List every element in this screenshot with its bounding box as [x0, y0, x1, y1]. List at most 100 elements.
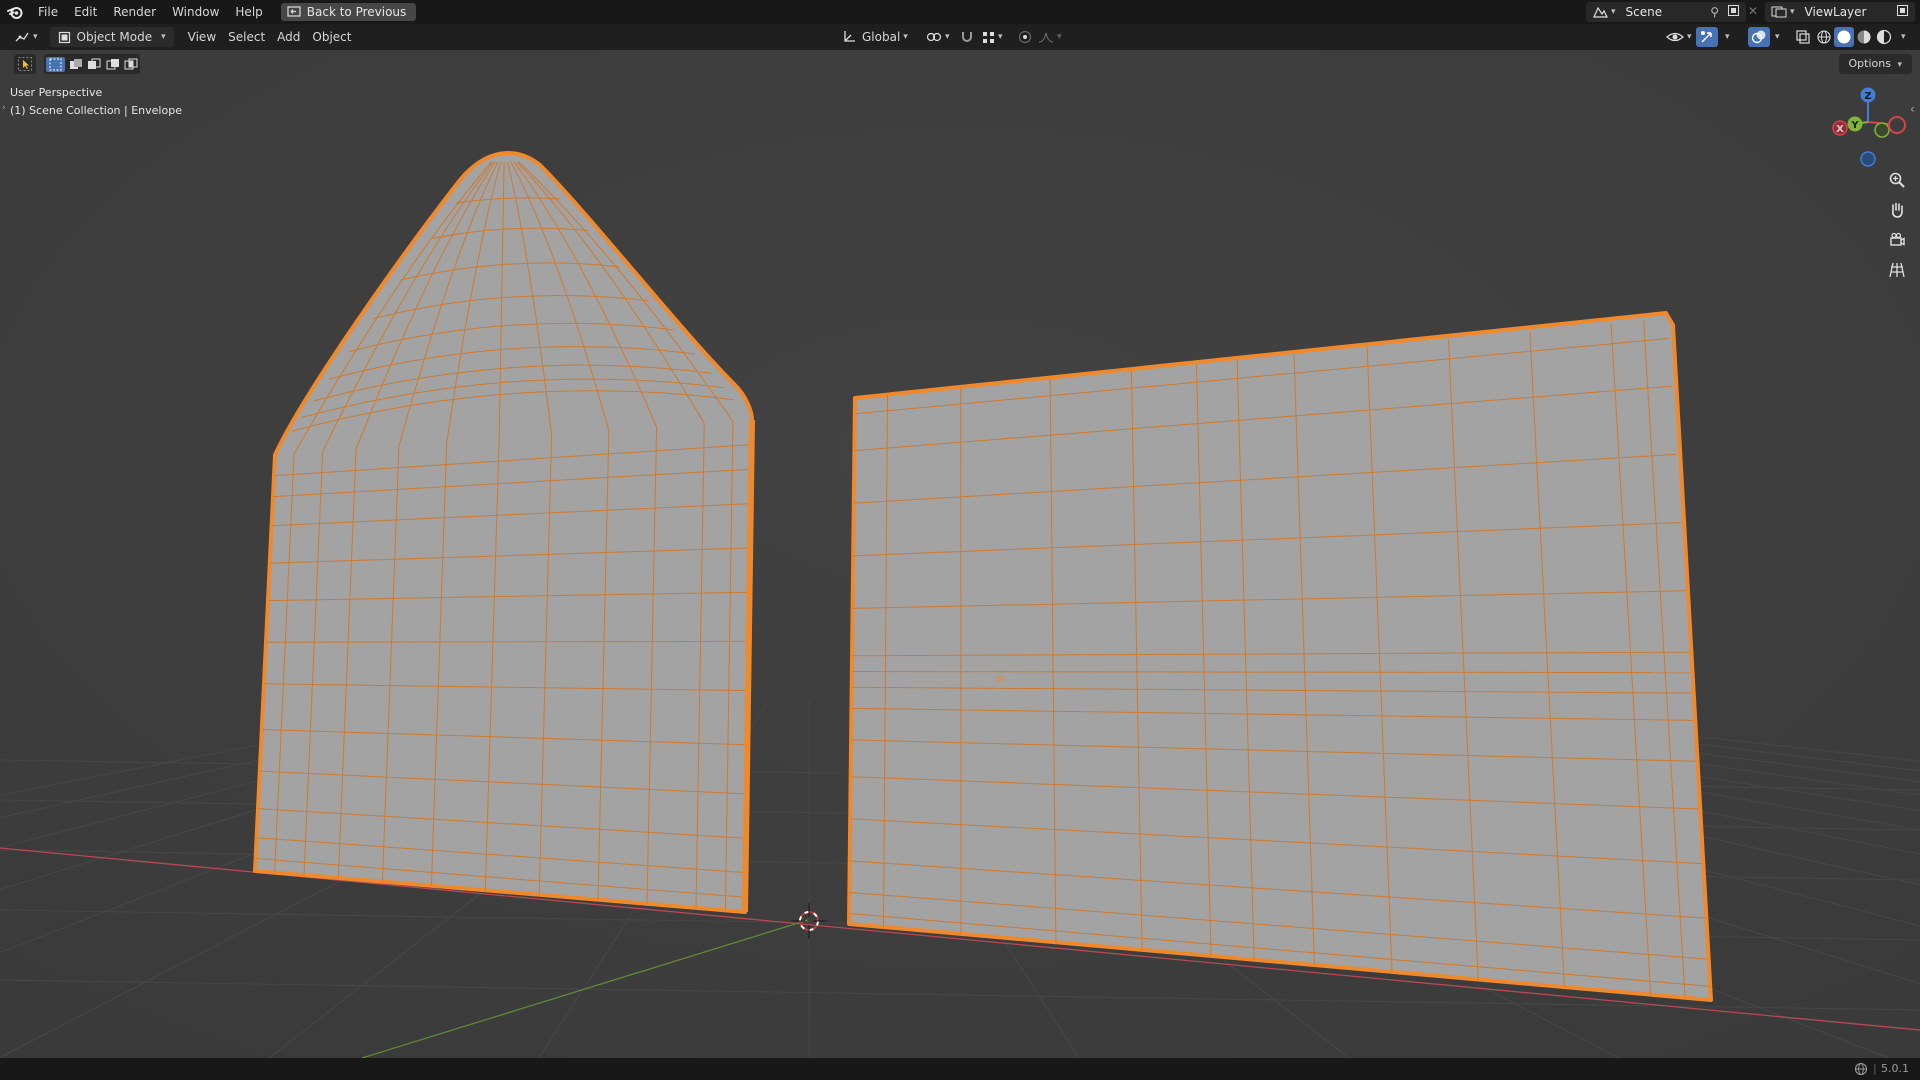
sidebar-toggle-arrow[interactable]: ‹ [1910, 102, 1915, 116]
menu-window[interactable]: Window [164, 0, 227, 24]
gizmo-neg-z-dot[interactable] [1860, 151, 1876, 167]
scene-selector[interactable]: ▾ Scene ⚲ [1586, 2, 1746, 22]
object-mode-label: Object Mode [76, 30, 153, 44]
menu-help[interactable]: Help [227, 0, 270, 24]
rendered-sphere-icon [1876, 29, 1892, 45]
menu-select[interactable]: Select [222, 27, 271, 47]
view-layer-icon: ▾ [1771, 5, 1795, 19]
object-mode-dropdown[interactable]: Object Mode ▾ [49, 27, 174, 47]
shading-solid-button[interactable] [1834, 27, 1854, 47]
select-subtract-mode-button[interactable] [87, 58, 101, 71]
wireframe-sphere-icon [1817, 30, 1831, 44]
transform-orientation-dropdown[interactable]: Global ▾ [836, 27, 914, 47]
select-cursor-icon [18, 57, 32, 71]
shading-wireframe-button[interactable] [1814, 27, 1834, 47]
new-scene-icon[interactable] [1727, 4, 1740, 20]
select-intersect-mode-button[interactable] [124, 58, 138, 71]
transform-orientation-label: Global [862, 30, 901, 44]
network-globe-icon [1854, 1062, 1868, 1076]
pivot-link-icon [926, 32, 942, 42]
overlays-dropdown[interactable]: ▾ [1775, 32, 1780, 42]
collapse-region-arrow[interactable]: › [2, 103, 6, 113]
scene-name: Scene [1625, 5, 1663, 19]
toggle-projection-button[interactable] [1883, 256, 1911, 284]
xray-icon [1796, 30, 1810, 44]
back-screen-icon [287, 6, 301, 17]
select-intersect-icon [124, 58, 138, 69]
overlays-circles-icon [1751, 30, 1766, 44]
gizmo-x-dot[interactable] [1888, 116, 1906, 134]
orientation-axes-icon [844, 31, 855, 42]
gizmo-arrows-icon [1701, 31, 1712, 43]
new-view-layer-icon[interactable] [1896, 4, 1909, 20]
active-tool-button[interactable] [14, 54, 36, 74]
camera-view-button[interactable] [1883, 226, 1911, 254]
select-extend-icon [70, 58, 83, 69]
snap-magnet-icon [962, 32, 972, 42]
top-menubar: File Edit Render Window Help Back to Pre… [0, 0, 1920, 24]
select-invert-mode-button[interactable] [106, 58, 120, 71]
editor-type-button[interactable]: ▾ [8, 27, 44, 47]
selection-mode-group [44, 54, 140, 74]
gizmo-neg-y-dot[interactable] [1874, 122, 1890, 138]
view-layer-selector[interactable]: ▾ ViewLayer [1765, 2, 1915, 22]
pivot-point-dropdown[interactable]: ▾ [920, 27, 956, 47]
menu-add[interactable]: Add [271, 27, 306, 47]
version-separator: | [1873, 1062, 1877, 1075]
shading-dropdown[interactable]: ▾ [1901, 32, 1906, 42]
options-label: Options [1848, 57, 1891, 70]
viewport-header: ▾ Object Mode ▾ View Select Add Object G… [0, 24, 1920, 50]
pan-hand-icon [1892, 202, 1903, 218]
3d-viewport-icon [15, 32, 29, 42]
3d-viewport[interactable]: Z Y X User Perspective (1) Scene Collect… [0, 50, 1920, 1058]
back-to-previous-label: Back to Previous [306, 5, 407, 19]
select-extend-mode-button[interactable] [69, 58, 83, 71]
perspective-label: User Perspective [10, 86, 103, 99]
menu-view[interactable]: View [182, 27, 222, 47]
zoom-magnifier-icon [1889, 172, 1905, 188]
blender-logo-icon[interactable] [6, 3, 24, 21]
solid-sphere-icon [1837, 30, 1851, 44]
select-new-icon [49, 58, 62, 70]
view-layer-name: ViewLayer [1804, 5, 1867, 19]
menu-object[interactable]: Object [306, 27, 357, 47]
envelope-panel-object[interactable] [847, 311, 1713, 1002]
viewport-canvas[interactable]: Z Y X [0, 50, 1920, 1058]
menu-file[interactable]: File [30, 0, 66, 24]
gizmo-z-label: Z [1864, 91, 1871, 102]
scene-icon: ▾ [1592, 5, 1616, 19]
back-to-previous-button[interactable]: Back to Previous [280, 3, 417, 21]
remove-scene-icon[interactable]: ✕ [1748, 4, 1758, 18]
proportional-editing-icon [1018, 30, 1032, 44]
zoom-button[interactable] [1883, 166, 1911, 194]
select-subtract-icon [88, 58, 101, 69]
options-dropdown[interactable]: Options ▾ [1838, 54, 1912, 74]
snap-target-dropdown[interactable]: ▾ [976, 27, 1009, 47]
shading-rendered-button[interactable] [1874, 27, 1894, 47]
gizmo-x-label: X [1836, 124, 1844, 135]
overlays-toggle[interactable] [1748, 27, 1770, 47]
shading-material-button[interactable] [1854, 27, 1874, 47]
status-bar: | 5.0.1 [0, 1058, 1920, 1080]
select-invert-icon [106, 58, 119, 69]
material-sphere-icon [1857, 30, 1871, 44]
gizmo-toggle[interactable] [1696, 27, 1718, 47]
falloff-curve-icon [1038, 32, 1054, 43]
visibility-dropdown[interactable]: ▾ [1660, 27, 1698, 47]
gizmo-dropdown[interactable]: ▾ [1725, 32, 1730, 42]
snap-grid-icon [983, 31, 994, 43]
collection-label: (1) Scene Collection | Envelope [10, 104, 182, 117]
select-new-mode-button[interactable] [46, 56, 66, 72]
menu-render[interactable]: Render [105, 0, 164, 24]
proportional-falloff-dropdown[interactable]: ▾ [1032, 27, 1068, 47]
eye-icon [1666, 32, 1684, 42]
camera-icon [1890, 232, 1905, 246]
gizmo-y-label: Y [1850, 120, 1859, 131]
pin-icon[interactable]: ⚲ [1710, 5, 1719, 19]
version-label: 5.0.1 [1881, 1062, 1909, 1075]
xray-toggle[interactable] [1790, 27, 1816, 47]
menu-edit[interactable]: Edit [66, 0, 105, 24]
pan-button[interactable] [1883, 196, 1911, 224]
object-mode-icon [58, 31, 70, 43]
perspective-grid-icon [1889, 262, 1905, 278]
